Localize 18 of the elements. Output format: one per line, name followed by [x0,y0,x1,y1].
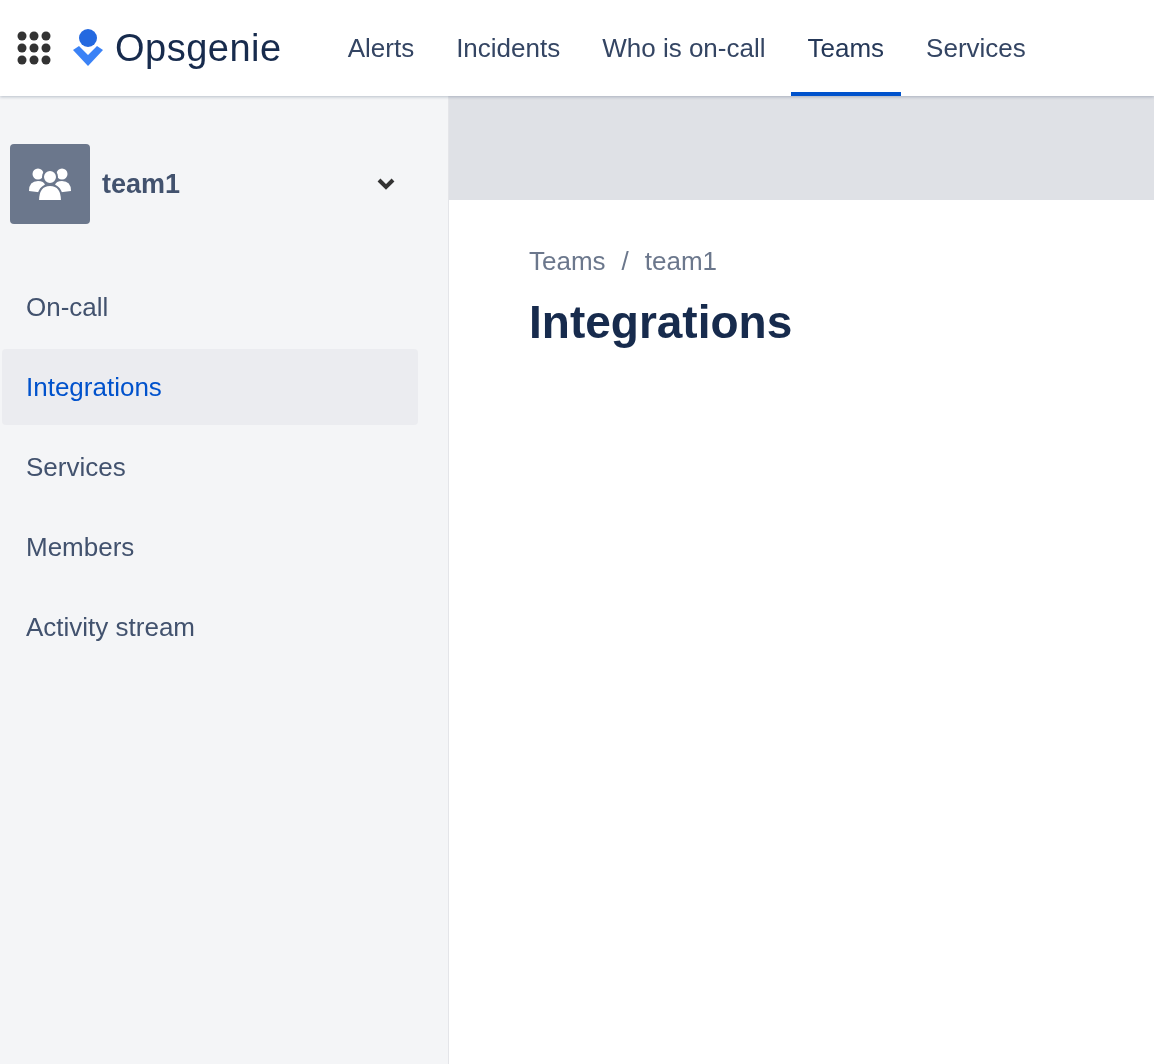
app-switcher-icon[interactable] [17,31,51,65]
sidebar-item[interactable]: Services [2,429,418,505]
sidebar-item[interactable]: Integrations [2,349,418,425]
product-name: Opsgenie [115,26,282,70]
nav-tab[interactable]: Alerts [330,0,432,96]
nav-tab[interactable]: Services [909,0,1043,96]
breadcrumb-separator: / [621,246,629,277]
nav-tab[interactable]: Who is on-call [585,0,783,96]
breadcrumb-link[interactable]: team1 [644,246,718,277]
breadcrumb-link[interactable]: Teams [529,246,606,277]
nav-tab[interactable]: Incidents [439,0,578,96]
sidebar-item[interactable]: On-call [2,269,418,345]
team-name: team1 [102,168,182,200]
chevron-down-icon[interactable] [376,177,396,191]
sidebar-item[interactable]: Activity stream [2,589,418,665]
page-title: Integrations [529,295,794,349]
logo-icon [71,28,105,68]
sidebar-item[interactable]: Members [2,509,418,585]
